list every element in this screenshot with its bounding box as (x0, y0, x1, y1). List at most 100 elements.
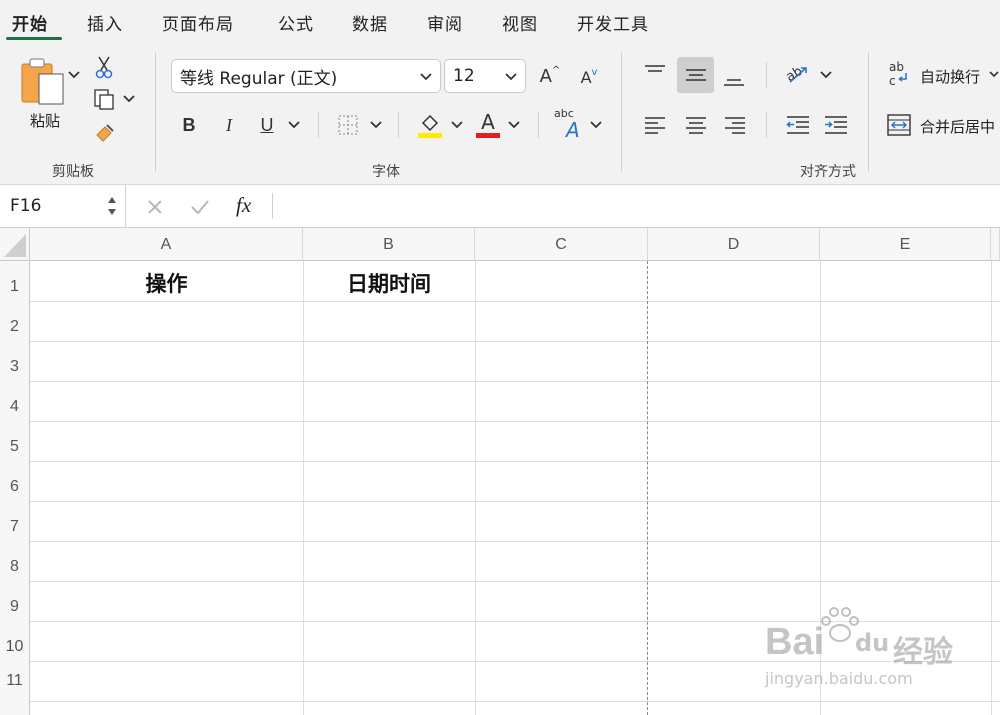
row-gridline (30, 381, 1000, 382)
grow-font-button[interactable]: A ^ (536, 62, 564, 90)
font-color-chevron-icon[interactable] (506, 118, 522, 132)
row-gridline (30, 341, 1000, 342)
ribbon-separator (621, 52, 622, 172)
phonetic-chevron-icon[interactable] (588, 118, 604, 132)
row-gridline (30, 501, 1000, 502)
font-name-dropdown[interactable]: 等线 Regular (正文) (171, 59, 441, 93)
row-gridline (30, 661, 1000, 662)
clipboard-group-label: 剪贴板 (52, 164, 94, 180)
orientation-chevron-icon[interactable] (818, 68, 834, 82)
ribbon-separator (398, 112, 399, 138)
row-header-2[interactable]: 2 (0, 301, 30, 341)
tab-home[interactable]: 开始 (12, 10, 48, 35)
column-header-C[interactable]: C (475, 228, 648, 261)
column-gridline (475, 261, 476, 715)
align-middle-icon[interactable] (677, 57, 714, 93)
row-header-1[interactable]: 1 (0, 261, 30, 301)
row-header-5[interactable]: 5 (0, 421, 30, 461)
font-color-button[interactable]: A (474, 108, 502, 140)
row-header-8[interactable]: 8 (0, 541, 30, 581)
row-header-11[interactable]: 11 (0, 661, 30, 715)
merge-center-icon[interactable] (886, 112, 912, 138)
font-name-value: 等线 Regular (正文) (180, 68, 338, 89)
column-header-E[interactable]: E (820, 228, 991, 261)
name-box-value: F16 (10, 196, 42, 216)
grow-font-icon: A (539, 65, 552, 87)
paste-dropdown-chevron-icon[interactable] (66, 68, 82, 82)
decrease-indent-icon[interactable] (784, 112, 812, 138)
borders-icon[interactable] (336, 112, 360, 138)
formula-input[interactable] (280, 185, 1000, 227)
phonetic-guide-button[interactable]: abc A (554, 108, 586, 141)
formula-bar: F16 fx (0, 185, 1000, 228)
wrap-text-chevron-icon[interactable] (988, 68, 1000, 82)
underline-button[interactable]: U (256, 112, 278, 138)
tab-formulas[interactable]: 公式 (278, 10, 314, 35)
cell-A1[interactable]: 操作 (30, 268, 303, 298)
row-gridline (30, 701, 1000, 702)
ribbon-tab-bar: 开始 插入 页面布局 公式 数据 审阅 视图 开发工具 (0, 0, 1000, 44)
active-tab-indicator (6, 37, 62, 40)
align-left-icon[interactable] (641, 112, 669, 138)
align-center-icon[interactable] (682, 112, 710, 138)
orientation-icon[interactable]: ab (782, 58, 814, 90)
watermark-brand: Bai (765, 621, 825, 663)
column-header-A[interactable]: A (30, 228, 303, 261)
tab-developer[interactable]: 开发工具 (577, 10, 649, 35)
underline-chevron-icon[interactable] (286, 118, 302, 132)
row-header-10[interactable]: 10 (0, 621, 30, 661)
wrap-text-icon[interactable]: ab c (884, 58, 914, 90)
copy-dropdown-chevron-icon[interactable] (122, 92, 136, 106)
tab-review[interactable]: 审阅 (427, 10, 463, 35)
shrink-font-button[interactable]: Av (575, 64, 603, 90)
row-header-6[interactable]: 6 (0, 461, 30, 501)
column-gridline (303, 261, 304, 715)
bold-button[interactable]: B (178, 112, 200, 138)
row-header-4[interactable]: 4 (0, 381, 30, 421)
cancel-entry-icon[interactable] (143, 195, 167, 219)
tab-page-layout[interactable]: 页面布局 (162, 10, 234, 35)
name-box-stepper-icon[interactable] (104, 193, 120, 219)
tab-view[interactable]: 视图 (502, 10, 538, 35)
paste-icon[interactable] (18, 56, 68, 108)
format-painter-icon[interactable] (92, 120, 118, 146)
fill-color-chevron-icon[interactable] (449, 118, 465, 132)
column-header-D[interactable]: D (648, 228, 820, 261)
align-right-icon[interactable] (721, 112, 749, 138)
cut-scissors-icon[interactable] (92, 54, 116, 80)
watermark-jingyan: 经验 (893, 635, 953, 670)
merge-center-label[interactable]: 合并后居中 (920, 116, 995, 137)
row-header-7[interactable]: 7 (0, 501, 30, 541)
shrink-font-icon: A (580, 67, 592, 87)
formula-bar-separator (272, 193, 273, 219)
tab-data[interactable]: 数据 (352, 10, 388, 35)
borders-chevron-icon[interactable] (368, 118, 384, 132)
row-gridline (30, 421, 1000, 422)
select-all-corner[interactable] (0, 228, 30, 261)
font-size-dropdown[interactable]: 12 (444, 59, 526, 93)
row-gridline (30, 541, 1000, 542)
align-top-icon[interactable] (641, 59, 669, 85)
fill-color-icon[interactable] (416, 110, 444, 140)
paste-button-label[interactable]: 粘贴 (30, 110, 60, 131)
font-color-swatch (476, 132, 500, 138)
align-bottom-icon[interactable] (720, 66, 748, 92)
watermark-url: jingyan.baidu.com (765, 669, 913, 688)
italic-button[interactable]: I (218, 112, 240, 138)
wrap-text-label[interactable]: 自动换行 (920, 66, 980, 87)
column-header-B[interactable]: B (303, 228, 475, 261)
insert-function-icon[interactable]: fx (236, 193, 251, 218)
increase-indent-icon[interactable] (822, 112, 850, 138)
column-gridline (991, 261, 992, 715)
column-header-F[interactable] (991, 228, 1000, 261)
row-header-9[interactable]: 9 (0, 581, 30, 621)
copy-icon[interactable] (90, 86, 118, 112)
row-gridline (30, 461, 1000, 462)
font-group-label: 字体 (372, 164, 400, 180)
tab-insert[interactable]: 插入 (87, 10, 123, 35)
confirm-entry-icon[interactable] (188, 195, 212, 219)
ribbon-separator (766, 112, 767, 138)
row-header-3[interactable]: 3 (0, 341, 30, 381)
cell-B1[interactable]: 日期时间 (303, 268, 475, 298)
ribbon-separator (766, 62, 767, 88)
